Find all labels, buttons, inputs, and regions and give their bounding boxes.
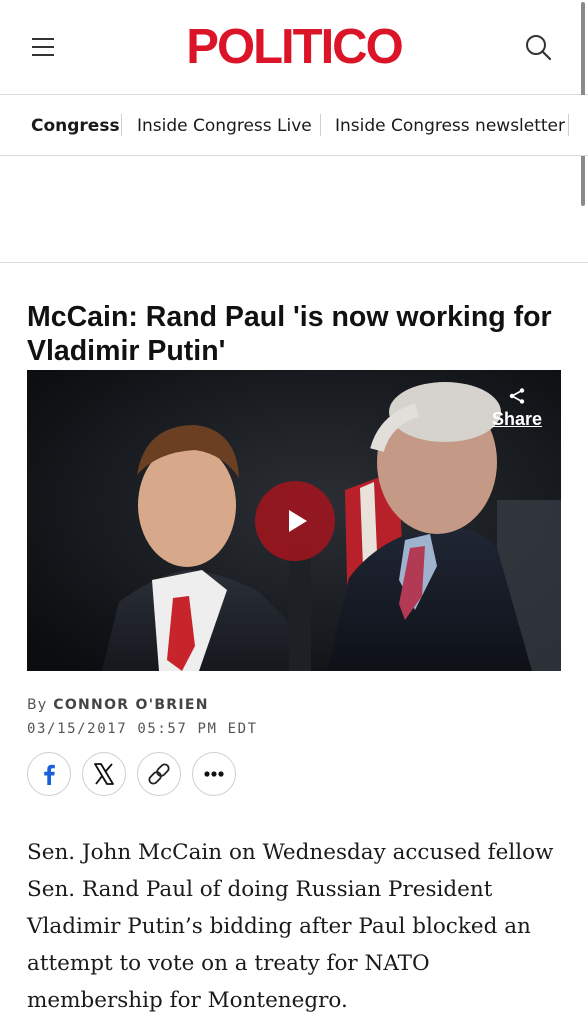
facebook-share-button[interactable] — [27, 752, 71, 796]
article-headline: McCain: Rand Paul 'is now working for Vl… — [27, 301, 552, 367]
subnav-item-inside-congress-live[interactable]: Inside Congress Live — [137, 115, 312, 137]
x-share-button[interactable] — [82, 752, 126, 796]
more-options-button[interactable] — [192, 752, 236, 796]
politico-logo[interactable]: POLITICO — [0, 20, 588, 74]
publish-timestamp: 03/15/2017 05:57 PM EDT — [27, 721, 258, 737]
video-player[interactable]: Share — [27, 370, 561, 671]
copy-link-button[interactable] — [137, 752, 181, 796]
article-body-paragraph: Sen. John McCain on Wednesday accused fe… — [27, 840, 554, 1013]
ad-placeholder — [0, 156, 588, 263]
share-icon — [509, 388, 525, 404]
search-icon[interactable] — [524, 33, 552, 61]
share-label: Share — [491, 409, 542, 429]
subnav-item-inside-congress-newsletter[interactable]: Inside Congress newsletter — [335, 115, 565, 137]
link-icon — [148, 763, 170, 785]
author-name[interactable]: CONNOR O'BRIEN — [53, 697, 209, 713]
play-icon — [289, 510, 307, 532]
subnav-divider — [121, 114, 122, 136]
section-subnav: Congress Inside Congress Live Inside Con… — [0, 95, 588, 156]
subnav-divider — [320, 114, 321, 136]
more-icon — [204, 771, 224, 777]
site-header: POLITICO — [0, 0, 588, 95]
subnav-divider — [568, 114, 569, 136]
subnav-item-congress[interactable]: Congress — [31, 115, 120, 137]
share-button[interactable]: Share — [492, 387, 542, 429]
facebook-icon — [44, 764, 55, 785]
x-icon — [94, 763, 114, 785]
byline: By CONNOR O'BRIEN — [27, 697, 209, 713]
byline-prefix: By — [27, 697, 48, 713]
play-button[interactable] — [255, 481, 335, 561]
